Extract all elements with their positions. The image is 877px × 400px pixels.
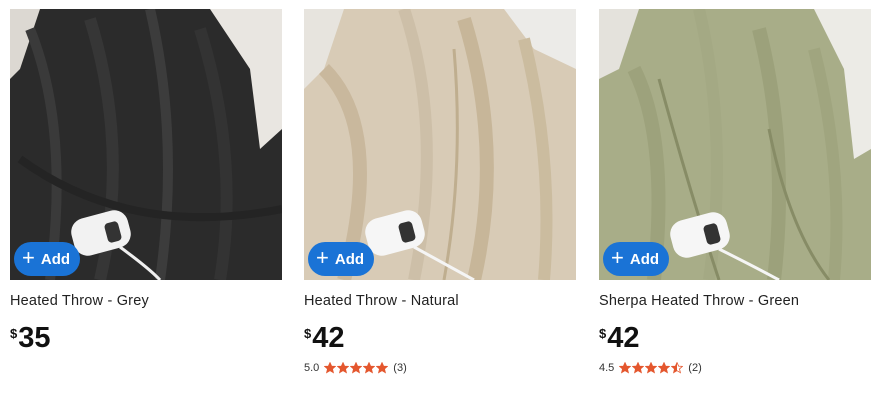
review-count: (2) [688, 362, 702, 374]
currency-symbol: $ [304, 326, 312, 341]
plus-icon: + [316, 245, 329, 270]
product-price: $ 42 [304, 323, 576, 353]
add-button-label: Add [334, 250, 365, 268]
star-icon [363, 362, 376, 374]
star-rating [324, 362, 389, 374]
product-card[interactable]: + Add Sherpa Heated Throw - Green $ 42 4… [599, 9, 871, 374]
product-rating[interactable]: 4.5 (2) [599, 362, 871, 374]
add-button-label: Add [40, 250, 71, 268]
product-rating[interactable]: 5.0 (3) [304, 362, 576, 374]
product-price: $ 35 [10, 323, 282, 353]
price-amount: 42 [312, 322, 345, 354]
product-image[interactable]: + Add [304, 9, 576, 280]
star-icon [350, 362, 363, 374]
star-icon [376, 362, 389, 374]
product-card[interactable]: + Add Heated Throw - Grey $ 35 [10, 9, 282, 353]
plus-icon: + [22, 245, 35, 270]
star-icon [619, 362, 632, 374]
add-button[interactable]: + Add [308, 242, 375, 276]
star-icon [632, 362, 645, 374]
currency-symbol: $ [10, 326, 18, 341]
add-button[interactable]: + Add [14, 242, 81, 276]
currency-symbol: $ [599, 326, 607, 341]
product-card[interactable]: + Add Heated Throw - Natural $ 42 5.0 (3… [304, 9, 576, 374]
product-image[interactable]: + Add [10, 9, 282, 280]
product-image[interactable]: + Add [599, 9, 871, 280]
star-icon [324, 362, 337, 374]
rating-score: 5.0 [304, 362, 320, 374]
star-icon [658, 362, 671, 374]
product-grid: + Add Heated Throw - Grey $ 35 + Add Hea… [0, 0, 877, 400]
product-title[interactable]: Heated Throw - Grey [10, 293, 282, 309]
price-amount: 42 [607, 322, 640, 354]
add-button[interactable]: + Add [603, 242, 670, 276]
plus-icon: + [611, 245, 624, 270]
star-icon [645, 362, 658, 374]
product-title[interactable]: Sherpa Heated Throw - Green [599, 293, 871, 309]
star-icon [671, 362, 684, 374]
star-rating [619, 362, 684, 374]
rating-score: 4.5 [599, 362, 615, 374]
review-count: (3) [393, 362, 407, 374]
price-amount: 35 [18, 322, 51, 354]
star-icon [337, 362, 350, 374]
product-price: $ 42 [599, 323, 871, 353]
add-button-label: Add [629, 250, 660, 268]
product-title[interactable]: Heated Throw - Natural [304, 293, 576, 309]
